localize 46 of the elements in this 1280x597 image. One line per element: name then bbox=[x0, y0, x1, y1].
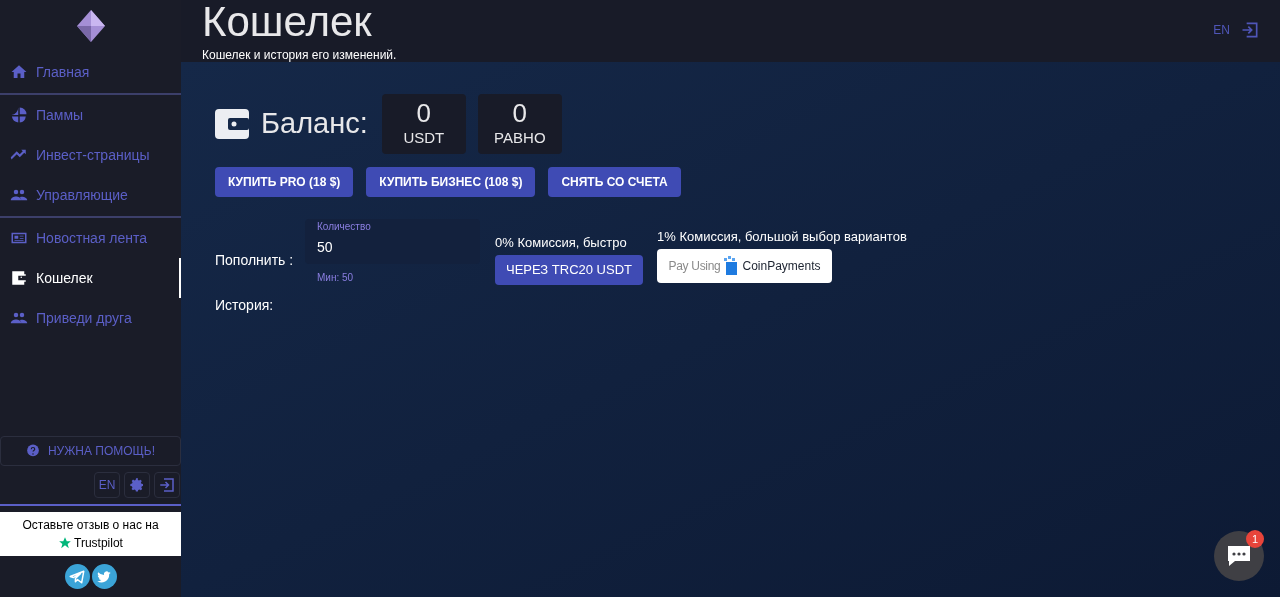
currency-label: USDT bbox=[403, 127, 445, 148]
action-button[interactable]: КУПИТЬ БИЗНЕС (108 $) bbox=[366, 167, 536, 197]
star-icon bbox=[58, 536, 73, 550]
sidebar-item[interactable]: Управляющие bbox=[0, 175, 181, 215]
action-button[interactable]: СНЯТЬ СО СЧЕТА bbox=[548, 167, 681, 197]
language-button[interactable]: EN bbox=[94, 472, 120, 498]
language-button[interactable]: EN bbox=[1213, 21, 1230, 39]
logout-icon bbox=[158, 476, 176, 494]
field-label: Количество bbox=[317, 220, 371, 234]
history-label: История: bbox=[215, 296, 275, 315]
page-title: Кошелек bbox=[202, 0, 373, 44]
sidebar-item[interactable]: Паммы bbox=[0, 95, 181, 135]
chat-icon bbox=[1226, 544, 1252, 568]
telegram-icon[interactable] bbox=[64, 564, 90, 589]
balance-value: 0 bbox=[512, 98, 528, 127]
home-icon bbox=[10, 63, 28, 81]
wallet-icon bbox=[215, 109, 249, 139]
top-up-label: Пополнить : bbox=[215, 251, 295, 270]
trustpilot-text: Trustpilot bbox=[74, 535, 123, 552]
page-subtitle: Кошелек и история его изменений. bbox=[202, 47, 397, 64]
sidebar-item[interactable]: Приведи друга bbox=[0, 298, 181, 338]
commission-note: 1% Комиссия, большой выбор вариантов bbox=[657, 228, 907, 246]
settings-button[interactable] bbox=[124, 472, 150, 498]
logo-icon bbox=[74, 8, 107, 44]
balance-label: Баланс: bbox=[261, 106, 368, 142]
review-text: Оставьте отзыв о нас на bbox=[22, 517, 159, 534]
logout-icon[interactable] bbox=[1240, 20, 1260, 40]
action-button[interactable]: КУПИТЬ PRO (18 $) bbox=[215, 167, 354, 197]
trc20-button[interactable]: ЧЕРЕЗ TRC20 USDT bbox=[495, 254, 643, 285]
sidebar-item[interactable]: Новостная лента bbox=[0, 218, 181, 258]
sidebar-item[interactable]: Инвест-страницы bbox=[0, 135, 181, 175]
wallet-icon bbox=[10, 269, 28, 287]
help-button[interactable]: НУЖНА ПОМОЩЬ! bbox=[0, 436, 181, 466]
field-hint: Мин: 50 bbox=[317, 271, 355, 285]
currency-label: РАВНО bbox=[494, 127, 546, 148]
logout-button[interactable] bbox=[154, 472, 180, 498]
balance-value: 0 bbox=[416, 98, 432, 127]
help-icon bbox=[25, 444, 40, 458]
review-banner[interactable]: Оставьте отзыв о нас на Trustpilot bbox=[0, 512, 181, 556]
commission-note: 0% Комиссия, быстро bbox=[495, 234, 628, 252]
coinpayments-button[interactable]: Pay Using CoinPayments bbox=[657, 248, 832, 283]
twitter-icon[interactable] bbox=[91, 564, 117, 589]
sidebar-item[interactable]: Главная bbox=[0, 52, 181, 92]
coinpayments-logo-icon bbox=[724, 255, 739, 276]
pie-chart-icon bbox=[10, 106, 28, 124]
settings-icon bbox=[129, 477, 145, 493]
